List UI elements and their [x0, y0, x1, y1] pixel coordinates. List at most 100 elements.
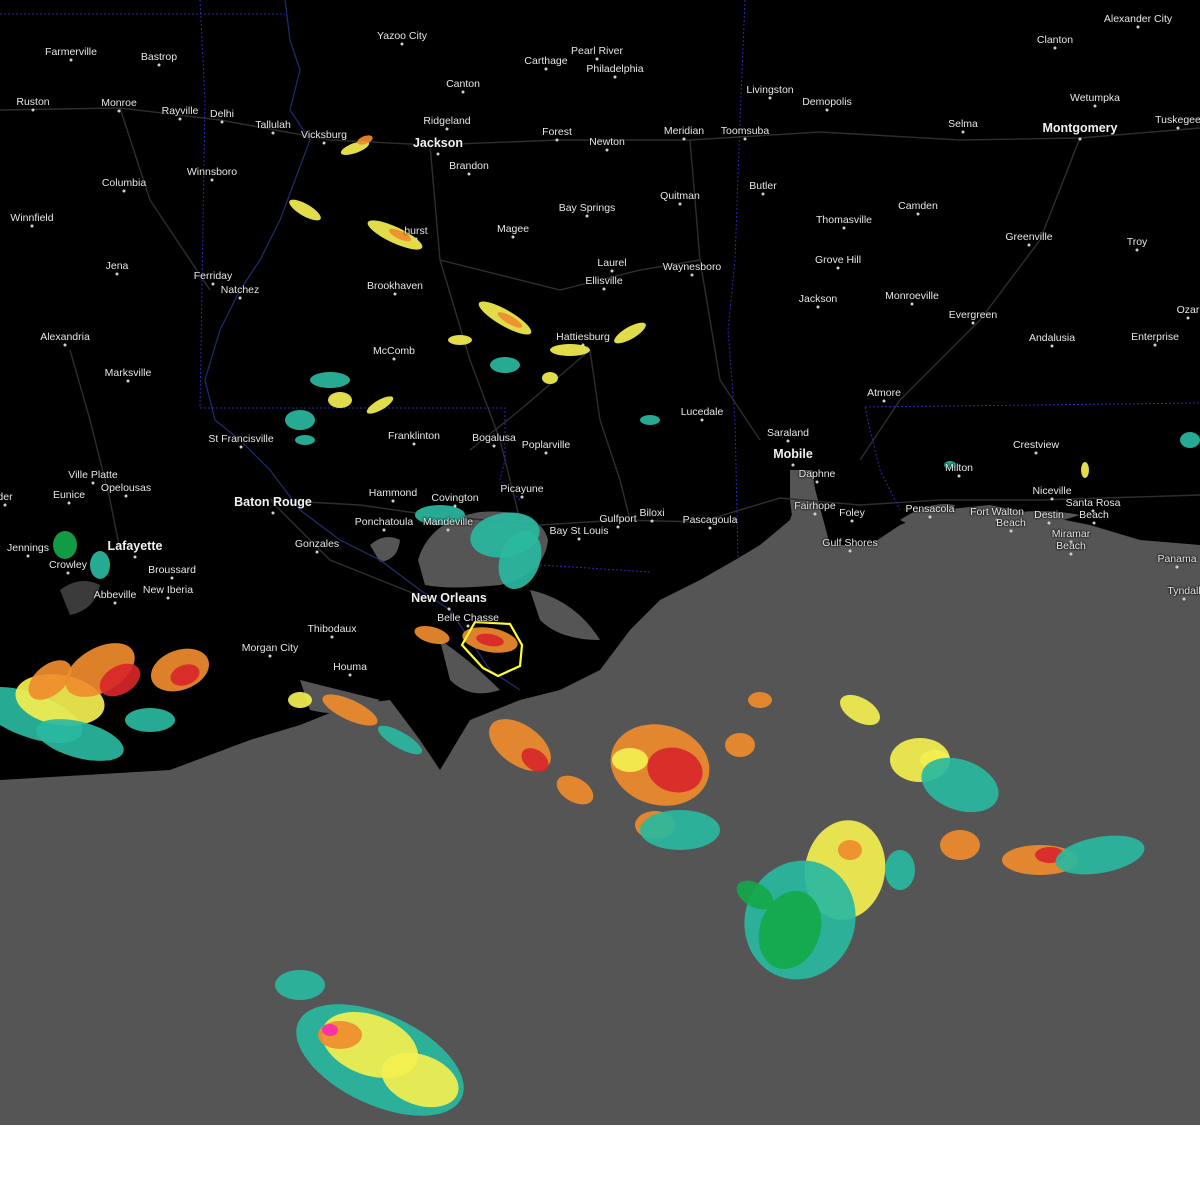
- city-label-newton-21: Newton: [589, 136, 625, 148]
- city-label-baton-rouge: Baton Rouge: [234, 495, 312, 509]
- city-label-alexander-city-6: Alexander City: [1103, 13, 1173, 25]
- city-label-miramar-91: Miramar: [1051, 528, 1091, 540]
- city-dot: [126, 379, 130, 383]
- radar-echo: [725, 733, 755, 757]
- radar-echo: [289, 199, 321, 221]
- radar-echo: [614, 322, 646, 344]
- city-dot: [1050, 497, 1054, 501]
- city-label-broussard-94: Broussard: [148, 564, 196, 576]
- city-label-ville-platte-64: Ville Platte: [68, 469, 118, 481]
- city-label-laurel-41: Laurel: [597, 257, 627, 269]
- radar-echo: [542, 372, 558, 384]
- city-label-selma-23: Selma: [948, 118, 978, 130]
- city-label-jennings-87: Jennings: [6, 542, 50, 554]
- city-dot: [825, 108, 829, 112]
- city-dot: [1186, 316, 1190, 320]
- city-label-panama-95: Panama: [1157, 553, 1197, 565]
- city-dot: [453, 504, 457, 508]
- city-label-milton-66: Milton: [944, 462, 974, 474]
- city-label-tallulah-15: Tallulah: [255, 119, 291, 131]
- radar-echo: [288, 692, 312, 708]
- city-label-morgan-city-101: Morgan City: [241, 642, 299, 654]
- radar-echo: [640, 810, 720, 850]
- city-dot: [961, 130, 965, 134]
- city-dot: [555, 138, 559, 142]
- city-label-daphne-72: Daphne: [798, 468, 836, 480]
- city-label-foley-74: Foley: [839, 507, 865, 519]
- radar-echo: [448, 335, 472, 345]
- city-dot: [1135, 248, 1139, 252]
- city-dot: [412, 442, 416, 446]
- city-label-bastrop-1: Bastrop: [140, 51, 178, 63]
- city-dot: [178, 117, 182, 121]
- city-dot: [916, 212, 920, 216]
- city-dot: [1050, 344, 1054, 348]
- city-dot: [743, 137, 747, 141]
- city-label-bogalusa-60: Bogalusa: [472, 432, 516, 444]
- city-label-evergreen-48: Evergreen: [948, 309, 998, 321]
- city-label-wetumpka-22: Wetumpka: [1070, 92, 1120, 104]
- city-dot: [1078, 137, 1082, 141]
- city-dot: [791, 463, 795, 467]
- city-label-thibodaux-99: Thibodaux: [307, 623, 357, 635]
- city-dot: [815, 480, 819, 484]
- city-dot: [166, 596, 170, 600]
- city-dot: [447, 607, 451, 611]
- city-dot: [31, 108, 35, 112]
- city-dot: [211, 282, 215, 286]
- border-ms-al: [727, 0, 746, 561]
- city-label-camden-32: Camden: [898, 200, 938, 212]
- city-dot: [511, 235, 515, 239]
- city-label-covington-70: Covington: [431, 492, 479, 504]
- city-dot: [1092, 521, 1096, 525]
- city-label-ferriday-39: Ferriday: [193, 270, 233, 282]
- city-dot: [157, 63, 161, 67]
- city-dot: [761, 192, 765, 196]
- city-label-troy-37: Troy: [1126, 236, 1148, 248]
- city-label-enterprise-54: Enterprise: [1131, 331, 1179, 343]
- city-label-magee-35: Magee: [496, 223, 530, 235]
- city-dot: [1047, 521, 1051, 525]
- city-dot: [3, 503, 7, 507]
- city-dot: [322, 141, 326, 145]
- city-dot: [786, 439, 790, 443]
- city-label-natchez-40: Natchez: [220, 284, 260, 296]
- radar-map[interactable]: Jackson Baton Rouge New Orleans Mobile Montg…: [0, 0, 1200, 1125]
- radar-echo: [490, 357, 520, 373]
- city-label-thomasville-31: Thomasville: [815, 214, 873, 226]
- city-label-butler-28: Butler: [749, 180, 777, 192]
- city-label-jackson-46: Jackson: [798, 293, 838, 305]
- city-dot: [850, 519, 854, 523]
- city-dot: [115, 272, 119, 276]
- city-label-clanton-7: Clanton: [1036, 34, 1074, 46]
- city-label-tuskegee-24: Tuskegee: [1155, 114, 1200, 126]
- city-label-canton-8: Canton: [446, 78, 480, 90]
- city-dot: [690, 273, 694, 277]
- city-label-jena-38: Jena: [105, 260, 129, 272]
- city-dot: [66, 571, 70, 575]
- city-label-monroeville-47: Monroeville: [885, 290, 939, 302]
- city-dot: [30, 224, 34, 228]
- city-label-quitman-29: Quitman: [660, 190, 700, 202]
- city-label-marksville-55: Marksville: [104, 367, 152, 379]
- city-dot: [1136, 25, 1140, 29]
- city-label-monroe-12: Monroe: [101, 97, 137, 109]
- city-label-hattiesburg-51: Hattiesburg: [556, 331, 610, 343]
- city-dot: [348, 673, 352, 677]
- city-label-mandeville-83: Mandeville: [422, 516, 474, 528]
- city-dot: [1027, 243, 1031, 247]
- lake-maurepas: [370, 536, 400, 562]
- city-label-crestview-63: Crestview: [1012, 439, 1060, 451]
- city-label-atmore-56: Atmore: [867, 387, 901, 399]
- city-label-alexandria-50: Alexandria: [40, 331, 90, 343]
- city-dot: [445, 127, 449, 131]
- city-label-brookhaven-44: Brookhaven: [366, 280, 424, 292]
- city-label-santa-rosa-79: Santa Rosa: [1065, 497, 1121, 509]
- city-label-tyndall-98: Tyndall: [1167, 585, 1200, 597]
- city-dot: [461, 90, 465, 94]
- city-label-poplarville-61: Poplarville: [521, 439, 571, 451]
- city-dot: [1034, 451, 1038, 455]
- radar-echo: [310, 372, 350, 388]
- city-dot: [467, 172, 471, 176]
- city-dot: [768, 96, 772, 100]
